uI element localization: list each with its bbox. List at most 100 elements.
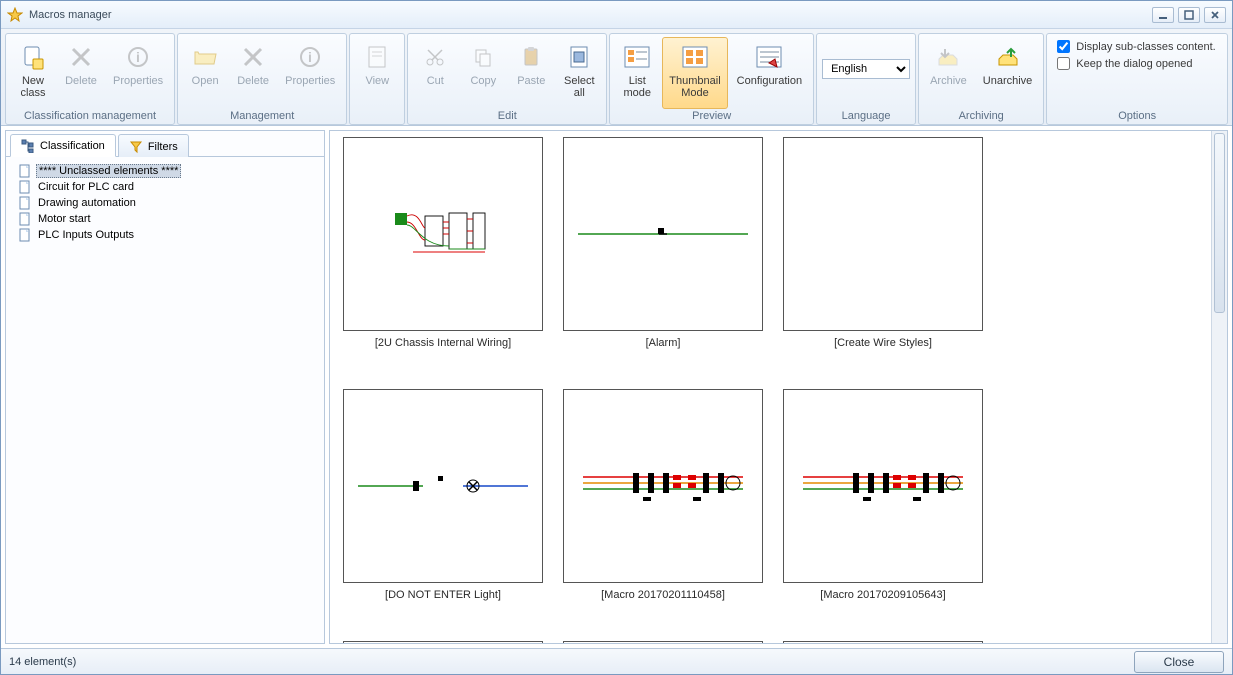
minimize-button[interactable] bbox=[1152, 7, 1174, 23]
thumbnail-preview bbox=[343, 641, 543, 643]
configuration-button[interactable]: Configuration bbox=[730, 37, 809, 109]
main-area: Classification Filters **** Unclassed el… bbox=[1, 126, 1232, 648]
title-bar: Macros manager bbox=[1, 1, 1232, 29]
archive-icon bbox=[932, 41, 964, 73]
thumbnail-preview bbox=[563, 137, 763, 331]
document-icon bbox=[18, 212, 32, 226]
tree-item[interactable]: Drawing automation bbox=[16, 195, 322, 211]
paste-icon bbox=[515, 41, 547, 73]
document-icon bbox=[18, 164, 32, 178]
tree-item-label: PLC Inputs Outputs bbox=[36, 229, 136, 241]
delete-class-button: Delete bbox=[58, 37, 104, 109]
thumbnail-mode-icon bbox=[679, 41, 711, 73]
classification-tree[interactable]: **** Unclassed elements **** Circuit for … bbox=[6, 157, 324, 643]
tree-item-label: **** Unclassed elements **** bbox=[36, 164, 181, 178]
paste-button: Paste bbox=[508, 37, 554, 109]
thumbnail-mode-button[interactable]: Thumbnail Mode bbox=[662, 37, 727, 109]
thumbnail-item[interactable] bbox=[338, 641, 548, 643]
left-panel-tabs: Classification Filters bbox=[6, 131, 324, 157]
select-all-button[interactable]: Select all bbox=[556, 37, 602, 109]
open-folder-icon bbox=[189, 41, 221, 73]
archive-button: Archive bbox=[923, 37, 974, 109]
copy-button: Copy bbox=[460, 37, 506, 109]
thumbnail-preview bbox=[783, 389, 983, 583]
display-subclasses-input[interactable] bbox=[1057, 40, 1070, 53]
info-icon: i bbox=[294, 41, 326, 73]
view-icon bbox=[361, 41, 393, 73]
ribbon-group-management: Open Delete i Properties Management bbox=[177, 33, 347, 125]
thumbnail-item[interactable]: [2U Chassis Internal Wiring] bbox=[338, 137, 548, 377]
svg-text:i: i bbox=[308, 49, 312, 65]
tab-classification[interactable]: Classification bbox=[10, 134, 116, 157]
scissors-icon bbox=[419, 41, 451, 73]
cut-button: Cut bbox=[412, 37, 458, 109]
tree-item[interactable]: **** Unclassed elements **** bbox=[16, 163, 322, 179]
status-bar: 14 element(s) Close bbox=[1, 648, 1232, 674]
ribbon-group-options: Display sub-classes content. Keep the di… bbox=[1046, 33, 1228, 125]
select-all-icon bbox=[563, 41, 595, 73]
svg-text:i: i bbox=[136, 49, 140, 65]
tree-item-label: Circuit for PLC card bbox=[36, 181, 136, 193]
ribbon-group-edit: Cut Copy Paste Select all Edit bbox=[407, 33, 607, 125]
unarchive-icon bbox=[992, 41, 1024, 73]
thumbnail-item[interactable] bbox=[558, 641, 768, 643]
thumbnail-item[interactable]: [Alarm] bbox=[558, 137, 768, 377]
thumbnail-grid[interactable]: [2U Chassis Internal Wiring] [Alarm] [Crea… bbox=[330, 131, 1211, 643]
thumbnail-preview bbox=[563, 641, 763, 643]
ribbon-group-language: English Language bbox=[816, 33, 916, 125]
ribbon-toolbar: New class Delete i Properties Classifica… bbox=[1, 29, 1232, 126]
thumbnail-item[interactable]: [DO NOT ENTER Light] bbox=[338, 389, 548, 629]
view-button: View bbox=[354, 37, 400, 109]
document-icon bbox=[18, 180, 32, 194]
class-properties-button: i Properties bbox=[106, 37, 170, 109]
configuration-icon bbox=[753, 41, 785, 73]
tab-filters[interactable]: Filters bbox=[118, 134, 189, 157]
open-button: Open bbox=[182, 37, 228, 109]
ribbon-group-view: View bbox=[349, 33, 405, 125]
app-icon bbox=[7, 7, 23, 23]
close-window-button[interactable] bbox=[1204, 7, 1226, 23]
thumbnail-preview bbox=[343, 137, 543, 331]
filter-icon bbox=[129, 140, 143, 154]
thumbnail-preview bbox=[783, 641, 983, 643]
new-class-icon bbox=[17, 41, 49, 73]
vertical-scrollbar[interactable] bbox=[1211, 131, 1227, 643]
ribbon-group-preview: List mode Thumbnail Mode Configuration P… bbox=[609, 33, 814, 125]
new-class-button[interactable]: New class bbox=[10, 37, 56, 109]
thumbnail-preview bbox=[563, 389, 763, 583]
tree-item[interactable]: Circuit for PLC card bbox=[16, 179, 322, 195]
language-select[interactable]: English bbox=[822, 59, 910, 79]
tree-item-label: Motor start bbox=[36, 213, 93, 225]
delete-icon bbox=[237, 41, 269, 73]
window-title: Macros manager bbox=[29, 9, 112, 21]
thumbnail-caption: [Macro 20170209105643] bbox=[820, 589, 945, 601]
thumbnail-caption: [DO NOT ENTER Light] bbox=[385, 589, 501, 601]
thumbnail-caption: [2U Chassis Internal Wiring] bbox=[375, 337, 511, 349]
keep-dialog-opened-checkbox[interactable]: Keep the dialog opened bbox=[1051, 57, 1223, 70]
delete-icon bbox=[65, 41, 97, 73]
maximize-button[interactable] bbox=[1178, 7, 1200, 23]
info-icon: i bbox=[122, 41, 154, 73]
status-text: 14 element(s) bbox=[9, 656, 76, 668]
document-icon bbox=[18, 228, 32, 242]
thumbnail-item[interactable] bbox=[778, 641, 988, 643]
thumbnail-item[interactable]: [Macro 20170209105643] bbox=[778, 389, 988, 629]
display-subclasses-checkbox[interactable]: Display sub-classes content. bbox=[1051, 40, 1223, 53]
list-mode-icon bbox=[621, 41, 653, 73]
thumbnail-item[interactable]: [Macro 20170201110458] bbox=[558, 389, 768, 629]
unarchive-button[interactable]: Unarchive bbox=[976, 37, 1040, 109]
keep-dialog-opened-input[interactable] bbox=[1057, 57, 1070, 70]
scrollbar-handle[interactable] bbox=[1214, 133, 1225, 313]
tree-item[interactable]: Motor start bbox=[16, 211, 322, 227]
delete-macro-button: Delete bbox=[230, 37, 276, 109]
list-mode-button[interactable]: List mode bbox=[614, 37, 660, 109]
left-panel: Classification Filters **** Unclassed el… bbox=[5, 130, 325, 644]
ribbon-group-classification: New class Delete i Properties Classifica… bbox=[5, 33, 175, 125]
thumbnail-item[interactable]: [Create Wire Styles] bbox=[778, 137, 988, 377]
document-icon bbox=[18, 196, 32, 210]
content-area: [2U Chassis Internal Wiring] [Alarm] [Crea… bbox=[329, 130, 1228, 644]
tree-item[interactable]: PLC Inputs Outputs bbox=[16, 227, 322, 243]
close-button[interactable]: Close bbox=[1134, 651, 1224, 673]
thumbnail-caption: [Macro 20170201110458] bbox=[601, 589, 725, 601]
thumbnail-caption: [Create Wire Styles] bbox=[834, 337, 932, 349]
